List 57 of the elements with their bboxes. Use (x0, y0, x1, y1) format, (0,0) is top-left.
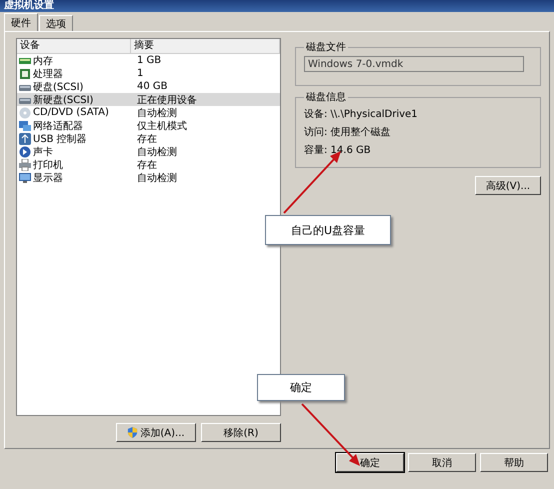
device-summary: 仅主机模式 (137, 120, 187, 132)
display-icon (19, 172, 31, 184)
dialog-button[interactable]: 帮助 (480, 453, 548, 472)
device-name: 打印机 (33, 158, 63, 172)
device-summary: 正在使用设备 (137, 94, 197, 106)
device-row[interactable]: 新硬盘(SCSI) 正在使用设备 (17, 93, 280, 106)
device-row[interactable]: 打印机 存在 (17, 158, 280, 171)
device-summary: 自动检测 (137, 172, 177, 184)
device-row[interactable]: 硬盘(SCSI) 40 GB (17, 80, 280, 93)
device-row[interactable]: 网络适配器 仅主机模式 (17, 119, 280, 132)
info-text: 容量: 14.6 GB (304, 144, 372, 158)
callout-label: 自己的U盘容量 (265, 215, 391, 245)
info-text: 设备: \\.\PhysicalDrive1 (304, 108, 419, 122)
device-row[interactable]: 显示器 自动检测 (17, 171, 280, 184)
device-name: 新硬盘(SCSI) (33, 94, 94, 106)
list-button[interactable]: 移除(R) (201, 423, 281, 442)
tab[interactable]: 选项 (39, 15, 73, 31)
dialog-button[interactable]: 确定 (336, 453, 404, 472)
device-summary: 40 GB (137, 81, 168, 92)
device-row[interactable]: 处理器 1 (17, 67, 280, 80)
disk-file-field[interactable]: Windows 7-0.vmdk (304, 56, 524, 72)
cpu-icon (19, 68, 31, 80)
device-name: 处理器 (33, 68, 63, 80)
network-icon (19, 120, 31, 132)
device-summary: 1 GB (137, 55, 162, 66)
cd-icon (19, 106, 31, 118)
device-name: CD/DVD (SATA) (33, 107, 109, 118)
device-row[interactable]: USB 控制器 存在 (17, 132, 280, 145)
device-summary: 存在 (137, 132, 157, 146)
device-row[interactable]: 声卡 自动检测 (17, 145, 280, 158)
device-name: 显示器 (33, 172, 63, 184)
group-title: 磁盘文件 (305, 40, 347, 54)
column-header[interactable]: 摘要 (131, 39, 280, 53)
printer-icon (19, 158, 31, 170)
device-name: USB 控制器 (33, 132, 87, 146)
tab[interactable]: 硬件 (4, 13, 38, 31)
device-name: 内存 (33, 54, 53, 68)
device-name: 声卡 (33, 146, 53, 158)
dialog-button[interactable]: 取消 (408, 453, 476, 472)
column-header[interactable]: 设备 (17, 39, 131, 53)
device-name: 硬盘(SCSI) (33, 80, 84, 94)
shield-icon (127, 427, 138, 438)
sound-icon (19, 146, 31, 158)
device-row[interactable]: CD/DVD (SATA) 自动检测 (17, 106, 280, 119)
device-name: 网络适配器 (33, 120, 83, 132)
arrow (301, 403, 360, 466)
group-title: 磁盘信息 (305, 90, 347, 104)
device-summary: 1 (137, 68, 144, 79)
advanced-button[interactable]: 高级(V)... (475, 176, 541, 195)
list-button[interactable]: 添加(A)... (116, 423, 196, 442)
callout-label: 确定 (257, 374, 345, 401)
usb-icon (19, 132, 31, 144)
device-summary: 存在 (137, 158, 157, 172)
device-summary: 自动检测 (137, 106, 177, 120)
device-summary: 自动检测 (137, 146, 177, 158)
info-text: 访问: 使用整个磁盘 (304, 126, 392, 140)
device-row[interactable]: 内存 1 GB (17, 54, 280, 67)
